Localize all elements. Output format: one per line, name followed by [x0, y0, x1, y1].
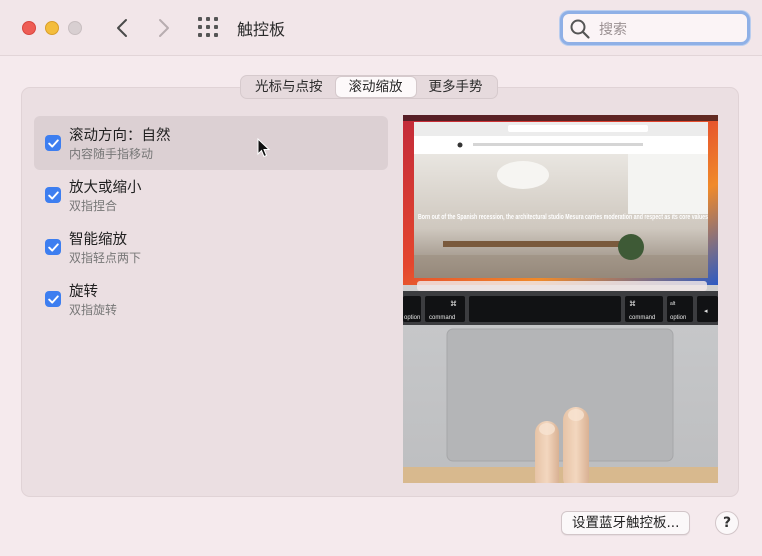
option-zoom-in-out[interactable]: 放大或缩小 双指捏合 [34, 168, 388, 222]
key-command-right-symbol: ⌘ [629, 300, 636, 308]
key-command-left-symbol: ⌘ [450, 300, 457, 308]
show-all-grid-button[interactable] [198, 17, 222, 39]
dock [417, 281, 707, 291]
help-button[interactable]: ? [715, 511, 739, 535]
photo-plant [618, 234, 644, 260]
option-smart-zoom[interactable]: 智能缩放 双指轻点两下 [34, 220, 388, 274]
photo-floor [414, 255, 708, 278]
back-button[interactable] [110, 14, 134, 42]
tab-more-gestures[interactable]: 更多手势 [416, 77, 496, 97]
option-subtitle: 内容随手指移动 [69, 147, 154, 161]
option-title: 滚动方向：自然 [69, 128, 171, 144]
chevron-right-icon [159, 19, 169, 37]
close-window-button[interactable] [22, 21, 36, 35]
window-title: 触控板 [237, 20, 286, 39]
pendant-lamp [497, 161, 549, 189]
key-command-right-label: command [629, 315, 655, 321]
scroll-direction-checkbox[interactable] [45, 135, 61, 151]
option-rotate[interactable]: 旋转 双指旋转 [34, 272, 388, 326]
site-nav [473, 143, 643, 146]
photo-window [628, 154, 708, 214]
search-placeholder: 搜索 [599, 22, 627, 38]
minimize-window-button[interactable] [45, 21, 59, 35]
zoom-in-out-checkbox[interactable] [45, 187, 61, 203]
mouse-pointer-icon [257, 138, 271, 158]
checkmark-icon [47, 294, 59, 304]
chevron-left-icon [117, 19, 127, 37]
forward-button[interactable] [152, 14, 176, 42]
checkmark-icon [47, 190, 59, 200]
preview-illustration: Born out of the Spanish recession, the a… [403, 115, 718, 483]
system-preferences-window: 触控板 搜索 光标与点按 滚动缩放 更多手势 滚动方向：自然 内容随手指移动 放… [0, 0, 762, 556]
photo-table [443, 241, 633, 247]
tab-bar: 光标与点按 滚动缩放 更多手势 [240, 75, 498, 99]
trackpad [446, 328, 674, 462]
option-subtitle: 双指旋转 [69, 303, 118, 317]
preview-headline: Born out of the Spanish recession, the a… [418, 212, 708, 221]
menu-bar [403, 115, 718, 121]
setup-bluetooth-trackpad-button[interactable]: 设置蓝牙触控板... [561, 511, 691, 535]
key-option-right-label: option [670, 315, 686, 321]
tab-scroll-zoom[interactable]: 滚动缩放 [335, 77, 416, 97]
tab-point-click[interactable]: 光标与点按 [242, 77, 336, 97]
smart-zoom-checkbox[interactable] [45, 239, 61, 255]
gesture-preview: Born out of the Spanish recession, the a… [403, 115, 718, 483]
option-scroll-direction[interactable]: 滚动方向：自然 内容随手指移动 [34, 116, 388, 170]
title-bar: 触控板 搜索 [0, 0, 762, 56]
option-title: 智能缩放 [69, 232, 127, 248]
rotate-checkbox[interactable] [45, 291, 61, 307]
key-space [469, 296, 621, 322]
option-subtitle: 双指轻点两下 [69, 251, 142, 265]
checkmark-icon [47, 242, 59, 252]
address-bar [508, 125, 648, 132]
checkmark-icon [47, 138, 59, 148]
key-arrow-label: ◂ [704, 307, 708, 315]
zoom-window-button[interactable] [68, 21, 82, 35]
option-title: 放大或缩小 [69, 180, 142, 196]
search-field[interactable]: 搜索 [560, 11, 750, 45]
key-command-left-label: command [429, 315, 455, 321]
key-option-right-alt: alt [670, 301, 676, 307]
option-title: 旋转 [69, 284, 98, 300]
search-icon [570, 19, 590, 39]
desk-edge [403, 467, 718, 483]
site-logo [457, 142, 463, 148]
option-subtitle: 双指捏合 [69, 199, 118, 213]
key-option-left-label: option [404, 315, 420, 321]
